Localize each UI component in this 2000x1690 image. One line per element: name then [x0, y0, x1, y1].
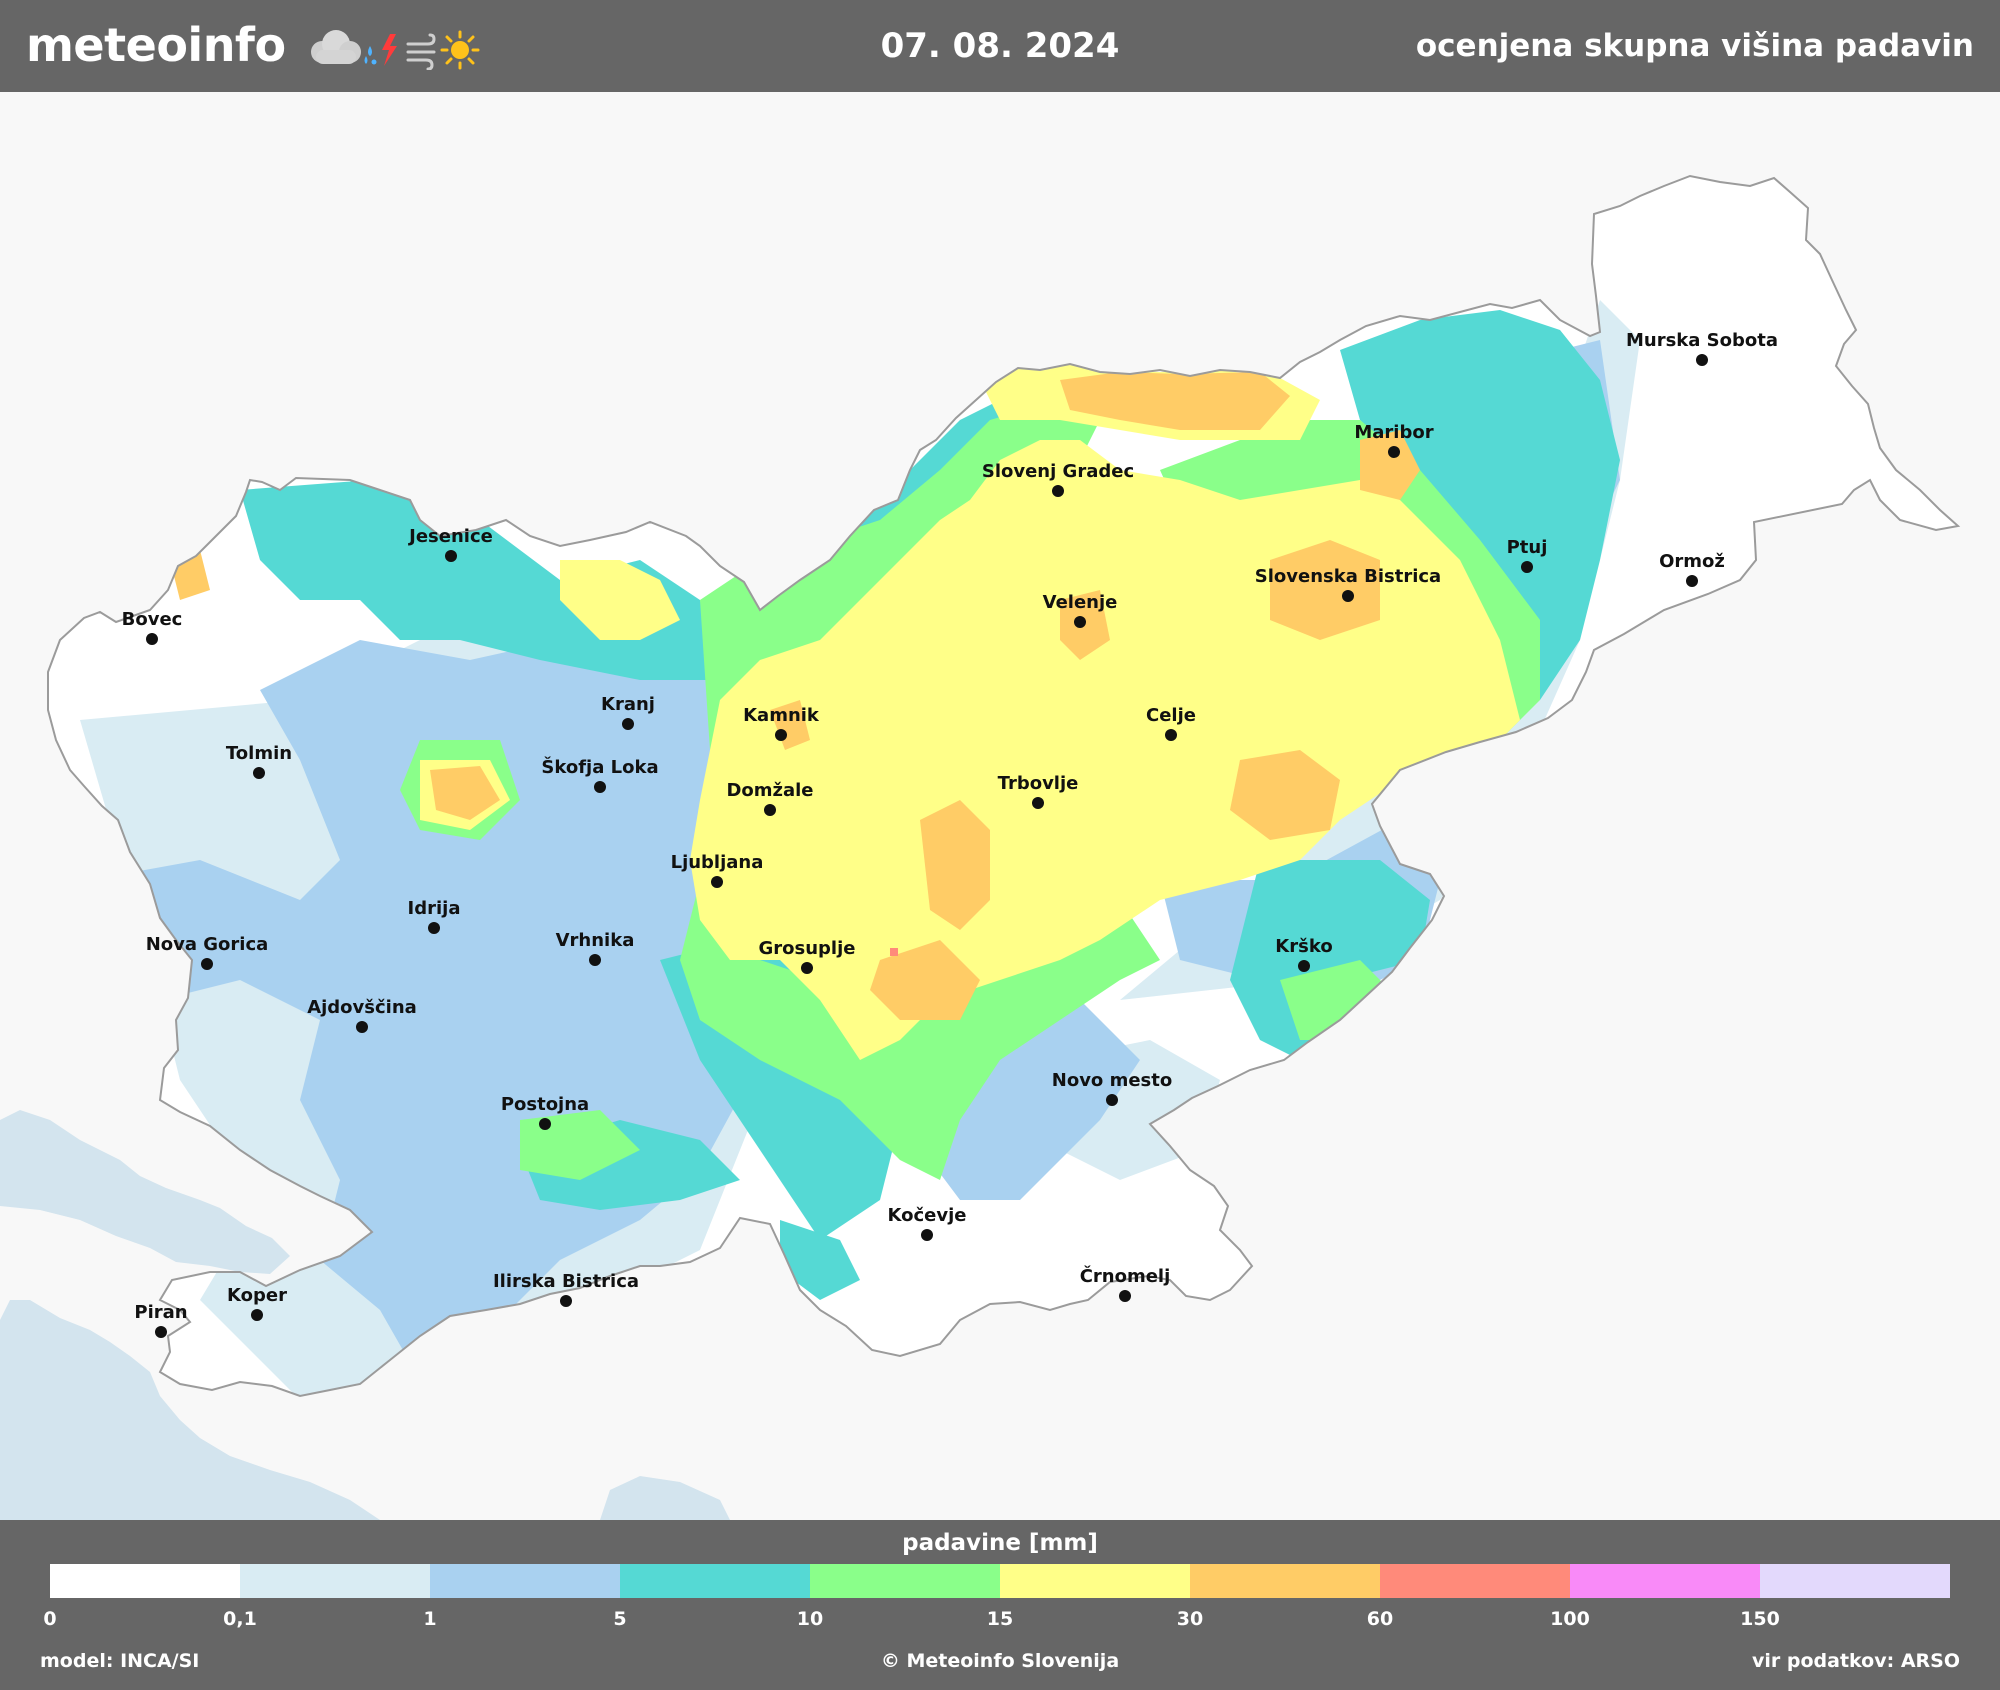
map-canvas: Murska Sobota Maribor Slovenj Gradec Ptuj Or…: [0, 175, 1959, 1520]
legend-tick-labels: 0 0,1 1 5 10 15 30 60 100 150: [43, 1608, 1950, 1634]
legend-tick-label: 150: [1740, 1608, 1780, 1630]
city-label: Jesenice: [407, 526, 493, 547]
footer-bar: padavine [mm] 0 0,1 1 5 10 15 30 60 100 150 model…: [0, 1520, 2000, 1690]
city-dot: [1686, 575, 1698, 587]
legend-tick-label: 10: [796, 1608, 824, 1630]
city-dot: [1074, 616, 1086, 628]
legend-swatch-2: [430, 1564, 620, 1598]
city-label: Maribor: [1354, 422, 1433, 443]
copyright-label: © Meteoinfo Slovenija: [880, 1650, 1120, 1672]
city-label: Ptuj: [1507, 537, 1548, 558]
city-dot: [428, 922, 440, 934]
city-label: Bovec: [122, 609, 183, 630]
legend-tick-label: 0,1: [223, 1608, 257, 1630]
city-label: Velenje: [1043, 592, 1118, 613]
legend-title: padavine [mm]: [902, 1530, 1098, 1556]
legend-tick-label: 100: [1550, 1608, 1590, 1630]
city-dot: [1106, 1094, 1118, 1106]
city-label: Celje: [1146, 705, 1196, 726]
city-dot: [711, 876, 723, 888]
city-dot: [201, 958, 213, 970]
city-dot: [1298, 960, 1310, 972]
city-label: Kamnik: [743, 705, 820, 726]
city-label: Slovenska Bistrica: [1255, 566, 1441, 587]
city-dot: [1119, 1290, 1131, 1302]
city-label: Krško: [1275, 936, 1332, 957]
legend-tick-label: 60: [1366, 1608, 1394, 1630]
city-dot: [146, 633, 158, 645]
city-label: Murska Sobota: [1626, 330, 1778, 351]
city-dot: [589, 954, 601, 966]
city-label: Postojna: [501, 1094, 589, 1115]
city-label: Piran: [134, 1302, 187, 1323]
header-bar: meteoinfo 07. 08. 2024 ocenjena skupna v…: [0, 0, 2000, 92]
city-label: Ljubljana: [671, 852, 764, 873]
city-dot: [775, 729, 787, 741]
city-label: Nova Gorica: [146, 934, 269, 955]
city-label: Slovenj Gradec: [982, 461, 1134, 482]
city-label: Ajdovščina: [307, 997, 417, 1018]
city-label: Trbovlje: [998, 773, 1079, 794]
city-dot: [1032, 797, 1044, 809]
legend-tick-label: 1: [423, 1608, 437, 1630]
city-label: Ormož: [1659, 551, 1725, 572]
city-dot: [356, 1021, 368, 1033]
legend-tick-label: 5: [613, 1608, 627, 1630]
legend-color-bar: [50, 1564, 1950, 1598]
city-dot: [801, 962, 813, 974]
city-dot: [1521, 561, 1533, 573]
source-label: vir podatkov: ARSO: [1752, 1650, 1960, 1672]
city-label: Vrhnika: [556, 930, 635, 951]
city-dot: [155, 1326, 167, 1338]
city-label: Domžale: [726, 780, 813, 801]
city-dot: [622, 718, 634, 730]
city-dot: [539, 1118, 551, 1130]
city-dot: [251, 1309, 263, 1321]
legend-swatch-4: [810, 1564, 1000, 1598]
legend-swatch-8: [1570, 1564, 1760, 1598]
city-label: Črnomelj: [1080, 1265, 1171, 1287]
legend-swatch-7: [1380, 1564, 1570, 1598]
city-label: Idrija: [408, 898, 461, 919]
city-label: Tolmin: [226, 743, 292, 764]
legend-tick-label: 15: [986, 1608, 1014, 1630]
legend-swatch-0: [50, 1564, 240, 1598]
city-label: Koper: [227, 1285, 287, 1306]
legend-swatch-6: [1190, 1564, 1380, 1598]
city-dot: [594, 781, 606, 793]
city-dot: [921, 1229, 933, 1241]
city-label: Kranj: [601, 694, 655, 715]
city-dot: [1052, 485, 1064, 497]
city-dot: [764, 804, 776, 816]
precipitation-map: Murska Sobota Maribor Slovenj Gradec Ptuj Or…: [0, 92, 2000, 1520]
legend-tick-label: 30: [1176, 1608, 1204, 1630]
city-label: Grosuplje: [759, 938, 856, 959]
legend-swatch-9: [1760, 1564, 1950, 1598]
city-dot: [1388, 446, 1400, 458]
city-label: Ilirska Bistrica: [493, 1271, 639, 1292]
precipitation-field: [48, 176, 1958, 1396]
city-label: Kočevje: [888, 1205, 967, 1226]
city-label: Novo mesto: [1052, 1070, 1172, 1091]
map-title: ocenjena skupna višina padavin: [1415, 28, 1974, 64]
city-label: Škofja Loka: [541, 756, 658, 778]
legend-swatch-3: [620, 1564, 810, 1598]
legend-swatch-5: [1000, 1564, 1190, 1598]
legend-tick-label: 0: [43, 1608, 57, 1630]
city-dot: [1165, 729, 1177, 741]
city-dot: [253, 767, 265, 779]
city-dot: [560, 1295, 572, 1307]
city-dot: [445, 550, 457, 562]
legend-swatch-1: [240, 1564, 430, 1598]
city-dot: [1696, 354, 1708, 366]
city-dot: [1342, 590, 1354, 602]
